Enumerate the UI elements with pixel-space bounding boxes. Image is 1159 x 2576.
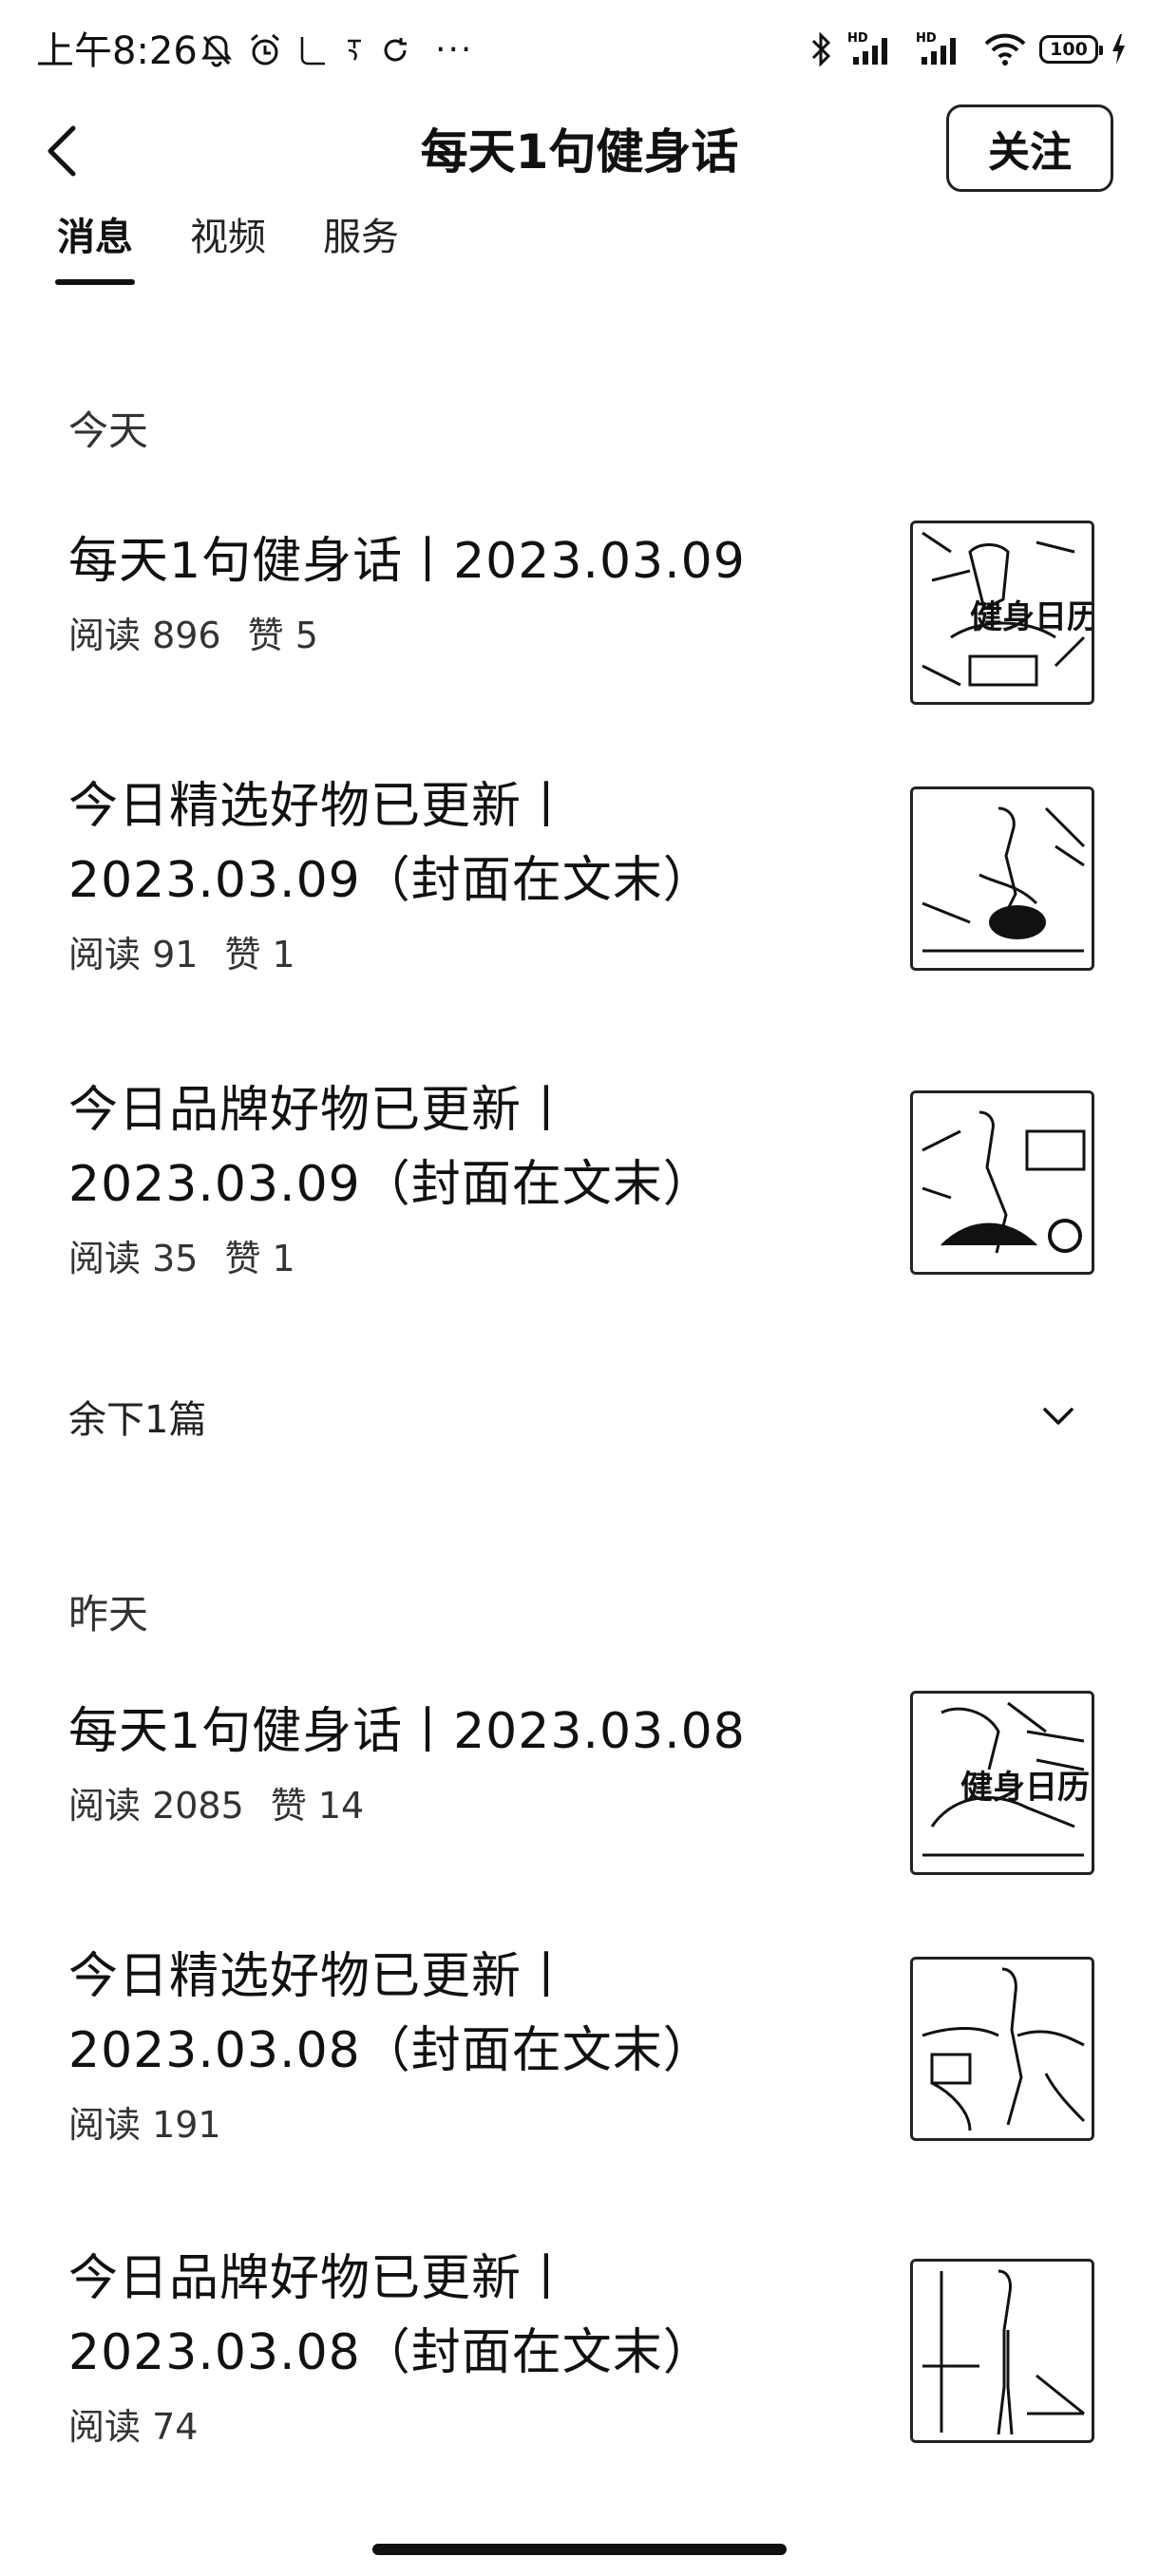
charging-icon [1110,32,1127,66]
article-title: 今日精选好物已更新丨2023.03.08（封面在文末） [68,1948,713,2079]
article-item[interactable]: 每天1句健身话丨2023.03.09 阅读 896 赞 5 健身日历 [68,521,1094,705]
article-title: 今日品牌好物已更新丨2023.03.08（封面在文末） [68,2250,713,2381]
article-item[interactable]: 今日精选好物已更新丨2023.03.08（封面在文末） 阅读 191 [68,1940,1094,2146]
article-thumbnail: 健身日历 [910,521,1094,705]
like-count: 赞 5 [247,615,318,656]
like-count: 赞 1 [224,1238,295,1279]
header: 每天1句健身话 关注 [0,104,1159,203]
wifi-icon [982,30,1028,68]
read-count: 阅读 2085 [68,1785,244,1827]
article-thumbnail: 健身日历 [910,1691,1094,1875]
signal-label-1: HD [847,31,868,46]
tab-messages[interactable]: 消息 [55,213,135,293]
thumbnail-overlay-text: 健身日历 [970,598,1092,636]
remaining-label: 余下1篇 [68,1398,207,1442]
read-count: 阅读 74 [68,2406,199,2448]
article-thumbnail [910,1090,1094,1275]
follow-button[interactable]: 关注 [946,104,1113,192]
section-label-today: 今天 [68,407,149,454]
chevron-down-icon [1043,1408,1074,1425]
article-item[interactable]: 今日精选好物已更新丨2023.03.09（封面在文末） 阅读 91 赞 1 [68,769,1094,975]
status-left-icons: ··· [200,32,473,68]
article-item[interactable]: 今日品牌好物已更新丨2023.03.09（封面在文末） 阅读 35 赞 1 [68,1073,1094,1279]
read-count: 阅读 35 [68,1238,199,1279]
remaining-articles-toggle[interactable]: 余下1篇 [68,1383,1075,1449]
signal-label-2: HD [916,31,937,46]
like-count: 赞 14 [270,1785,365,1827]
tab-videos[interactable]: 视频 [190,213,266,293]
alarm-icon [247,32,283,68]
thumbnail-overlay-text: 健身日历 [960,1769,1090,1807]
article-item[interactable]: 每天1句健身话丨2023.03.08 阅读 2085 赞 14 健身日历 [68,1691,1094,1875]
status-time: 上午8:26 [36,29,198,73]
tab-bar: 消息 视频 服务 [55,213,399,293]
article-title: 每天1句健身话丨2023.03.08 [68,1703,746,1760]
status-bar: 上午8:26 ··· HD HD 100 [0,0,1159,104]
bell-muted-icon [200,33,234,67]
battery-icon: 100 [1039,35,1103,64]
article-title: 今日品牌好物已更新丨2023.03.09（封面在文末） [68,1082,713,1213]
more-notifications-icon: ··· [435,30,474,69]
read-count: 阅读 91 [68,934,199,975]
tab-services[interactable]: 服务 [323,213,399,293]
section-label-yesterday: 昨天 [68,1591,149,1638]
article-title: 今日精选好物已更新丨2023.03.09（封面在文末） [68,778,713,909]
article-thumbnail [910,786,1094,971]
bluetooth-icon [809,30,834,68]
status-right-icons: HD HD 100 [809,30,1127,68]
moon-icon [296,33,329,67]
read-count: 阅读 191 [68,2104,221,2146]
home-indicator[interactable] [372,2544,787,2555]
sync-icon [380,35,410,66]
like-count: 赞 1 [224,934,295,975]
read-count: 阅读 896 [68,615,221,656]
cellular-signal-2-icon: HD [914,30,971,68]
article-thumbnail [910,2259,1094,2443]
article-item[interactable]: 今日品牌好物已更新丨2023.03.08（封面在文末） 阅读 74 [68,2242,1094,2448]
cellular-signal-icon: HD [846,30,902,68]
notification-icon [342,33,367,67]
article-thumbnail [910,1957,1094,2141]
article-title: 每天1句健身话丨2023.03.09 [68,533,746,590]
